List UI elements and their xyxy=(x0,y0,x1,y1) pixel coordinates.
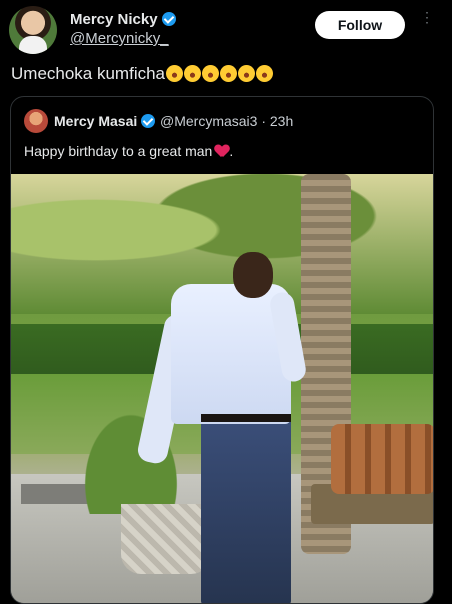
photo-planter-pot xyxy=(121,504,211,574)
quoted-handle-time[interactable]: @Mercymasai3 · 23h xyxy=(160,113,293,129)
quoted-post-card[interactable]: Mercy Masai @Mercymasai3 · 23h Happy bir… xyxy=(10,96,434,604)
photo-person-head xyxy=(233,252,273,298)
photo-person-jeans xyxy=(201,414,291,603)
photo-firewood xyxy=(331,424,433,494)
photo-person-belt xyxy=(201,414,291,422)
author-name-row[interactable]: Mercy Nicky xyxy=(70,11,176,28)
rolling-on-floor-laughing-icon xyxy=(220,65,238,82)
quoted-author-name-row[interactable]: Mercy Masai xyxy=(54,113,156,129)
post-text: Umechoka kumficha xyxy=(11,64,274,84)
quoted-text-trailing: . xyxy=(229,143,234,159)
verified-badge-icon xyxy=(161,12,176,26)
verified-badge-icon xyxy=(141,114,156,128)
rolling-on-floor-laughing-icon xyxy=(184,65,202,82)
emoji-row xyxy=(165,64,274,83)
post-text-content: Umechoka kumficha xyxy=(11,64,166,83)
avatar-figure xyxy=(19,36,47,54)
rolling-on-floor-laughing-icon xyxy=(202,65,220,82)
follow-button[interactable]: Follow xyxy=(315,11,405,39)
quoted-text: Happy birthday to a great man. xyxy=(24,143,233,159)
post-header: Mercy Nicky @Mercynicky_ Follow ⋮ xyxy=(0,0,452,56)
red-heart-icon xyxy=(215,145,229,157)
quoted-text-content: Happy birthday to a great man xyxy=(24,143,213,159)
more-vertical-icon[interactable]: ⋮ xyxy=(420,10,434,34)
author-handle[interactable]: @Mercynicky_ xyxy=(70,30,169,47)
rolling-on-floor-laughing-icon xyxy=(166,65,184,82)
author-avatar[interactable] xyxy=(9,6,57,54)
quoted-author-name[interactable]: Mercy Masai xyxy=(54,113,137,129)
quoted-photo[interactable] xyxy=(11,174,433,603)
rolling-on-floor-laughing-icon xyxy=(256,65,274,82)
rolling-on-floor-laughing-icon xyxy=(238,65,256,82)
author-name[interactable]: Mercy Nicky xyxy=(70,11,158,28)
quoted-author-avatar[interactable] xyxy=(24,109,48,133)
